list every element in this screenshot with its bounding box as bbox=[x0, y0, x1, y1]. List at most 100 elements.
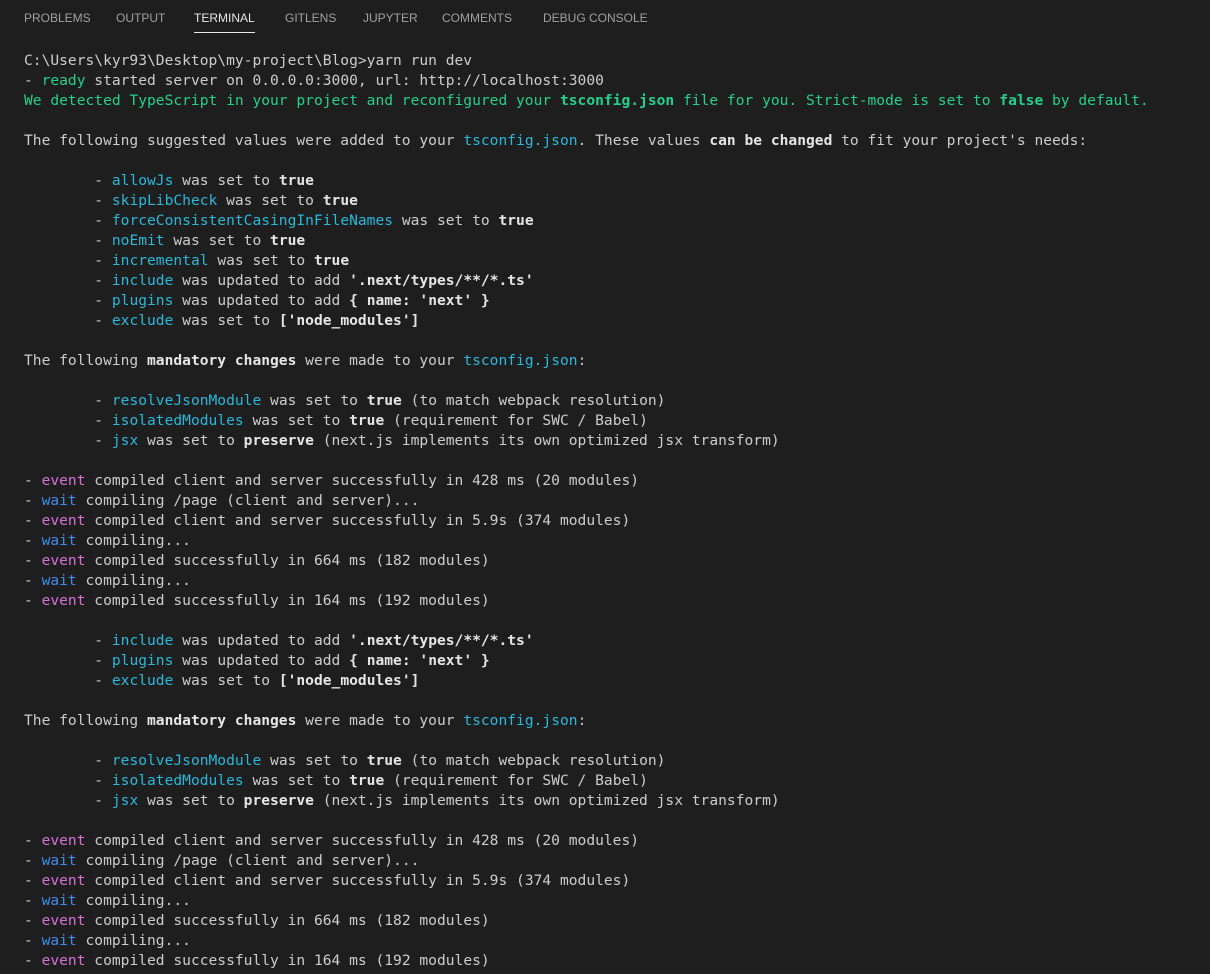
terminal-text: - bbox=[24, 252, 112, 269]
tab-output[interactable]: OUTPUT bbox=[116, 11, 165, 29]
terminal-line: - noEmit was set to true bbox=[24, 231, 1202, 251]
terminal-line: - exclude was set to ['node_modules'] bbox=[24, 671, 1202, 691]
terminal-line: - jsx was set to preserve (next.js imple… bbox=[24, 791, 1202, 811]
terminal-text: resolveJsonModule bbox=[111, 752, 262, 769]
terminal-text: - bbox=[24, 392, 112, 409]
terminal-text: : bbox=[577, 712, 587, 729]
terminal-line: - incremental was set to true bbox=[24, 251, 1202, 271]
terminal-text: - bbox=[24, 952, 42, 969]
terminal-text: ready bbox=[41, 72, 86, 89]
terminal-text: - bbox=[24, 832, 42, 849]
terminal-text: - bbox=[24, 412, 112, 429]
terminal-text: - bbox=[24, 432, 112, 449]
terminal-text: (requirement for SWC / Babel) bbox=[384, 412, 648, 429]
terminal-text: tsconfig.json bbox=[463, 712, 578, 729]
terminal-text: was updated to add bbox=[173, 632, 350, 649]
terminal-text: (to match webpack resolution) bbox=[401, 752, 666, 769]
terminal-text: isolatedModules bbox=[111, 772, 244, 789]
terminal-text: tsconfig.json bbox=[463, 352, 578, 369]
terminal-text: compiled successfully in 664 ms (182 mod… bbox=[85, 912, 490, 929]
tab-comments[interactable]: COMMENTS bbox=[442, 11, 512, 29]
terminal-text: tsconfig.json bbox=[463, 132, 578, 149]
terminal-panel: PROBLEMS OUTPUT TERMINAL GITLENS JUPYTER… bbox=[0, 0, 1210, 974]
terminal-text: was set to bbox=[243, 772, 350, 789]
terminal-text: (requirement for SWC / Babel) bbox=[384, 772, 648, 789]
terminal-text: preserve bbox=[243, 432, 314, 449]
terminal-text: can be changed bbox=[709, 132, 833, 149]
terminal-text: compiled client and server successfully … bbox=[85, 832, 640, 849]
terminal-text: file for you. Strict-mode is set to bbox=[674, 92, 1000, 109]
terminal-text: compiling /page (client and server)... bbox=[76, 492, 420, 509]
terminal-text: (next.js implements its own optimized js… bbox=[313, 792, 780, 809]
terminal-text: - bbox=[24, 852, 42, 869]
terminal-text: by default. bbox=[1043, 92, 1149, 109]
terminal-text: event bbox=[41, 472, 86, 489]
terminal-line: C:\Users\kyr93\Desktop\my-project\Blog>y… bbox=[24, 51, 1202, 71]
terminal-text: to fit your project's needs: bbox=[832, 132, 1088, 149]
terminal-text: compiled client and server successfully … bbox=[85, 872, 631, 889]
terminal-line: The following suggested values were adde… bbox=[24, 131, 1202, 151]
terminal-text: event bbox=[41, 832, 86, 849]
terminal-text: exclude bbox=[111, 312, 174, 329]
terminal-text: - bbox=[24, 772, 112, 789]
terminal-text: was set to bbox=[173, 172, 279, 189]
terminal-text: true bbox=[349, 772, 385, 789]
terminal-text: - bbox=[24, 632, 112, 649]
terminal-text: jsx bbox=[111, 432, 139, 449]
tab-problems[interactable]: PROBLEMS bbox=[24, 11, 91, 29]
terminal-text: was set to bbox=[173, 672, 279, 689]
terminal-text: false bbox=[999, 92, 1044, 109]
terminal-text: - bbox=[24, 652, 112, 669]
terminal-text: wait bbox=[41, 572, 77, 589]
terminal-text: tsconfig.json bbox=[559, 92, 675, 109]
terminal-text: - bbox=[24, 932, 42, 949]
terminal-text: ['node_modules'] bbox=[278, 312, 420, 329]
terminal-text: - bbox=[24, 192, 112, 209]
terminal-text: compiled successfully in 164 ms (192 mod… bbox=[85, 592, 490, 609]
terminal-text: wait bbox=[41, 892, 77, 909]
terminal-text: event bbox=[41, 912, 86, 929]
terminal-text: - bbox=[24, 752, 112, 769]
terminal-text: was set to bbox=[138, 792, 244, 809]
terminal-line: - ready started server on 0.0.0.0:3000, … bbox=[24, 71, 1202, 91]
terminal-text: compiling... bbox=[76, 892, 191, 909]
terminal-text: was set to bbox=[261, 392, 367, 409]
terminal-text: true bbox=[322, 192, 358, 209]
terminal-text: The following suggested values were adde… bbox=[24, 132, 464, 149]
terminal-line: The following mandatory changes were mad… bbox=[24, 351, 1202, 371]
tab-gitlens[interactable]: GITLENS bbox=[285, 11, 336, 29]
terminal-text: We detected TypeScript in your project a… bbox=[24, 92, 560, 109]
terminal-text: wait bbox=[41, 932, 77, 949]
terminal-line: - isolatedModules was set to true (requi… bbox=[24, 771, 1202, 791]
terminal-text: event bbox=[41, 552, 86, 569]
terminal-text: event bbox=[41, 592, 86, 609]
terminal-text: wait bbox=[41, 852, 77, 869]
terminal-text: event bbox=[41, 872, 86, 889]
terminal-line: - event compiled successfully in 164 ms … bbox=[24, 591, 1202, 611]
terminal-text: { name: 'next' } bbox=[349, 652, 490, 669]
terminal-text: C:\Users\kyr93\Desktop\my-project\Blog>y… bbox=[24, 52, 473, 69]
tab-jupyter[interactable]: JUPYTER bbox=[363, 11, 418, 29]
terminal-text: noEmit bbox=[111, 232, 165, 249]
terminal-output[interactable]: C:\Users\kyr93\Desktop\my-project\Blog>y… bbox=[24, 51, 1202, 971]
terminal-text: true bbox=[349, 412, 385, 429]
terminal-text: was set to bbox=[173, 312, 279, 329]
terminal-text: { name: 'next' } bbox=[349, 292, 490, 309]
terminal-text: event bbox=[41, 512, 86, 529]
terminal-text: true bbox=[366, 392, 402, 409]
terminal-text: true bbox=[270, 232, 306, 249]
terminal-line: - allowJs was set to true bbox=[24, 171, 1202, 191]
tab-terminal[interactable]: TERMINAL bbox=[194, 11, 255, 33]
terminal-line: - event compiled successfully in 664 ms … bbox=[24, 551, 1202, 571]
terminal-text: include bbox=[111, 632, 174, 649]
terminal-text: compiling... bbox=[76, 932, 191, 949]
terminal-text: - bbox=[24, 912, 42, 929]
tab-debug-console[interactable]: DEBUG CONSOLE bbox=[543, 11, 648, 29]
